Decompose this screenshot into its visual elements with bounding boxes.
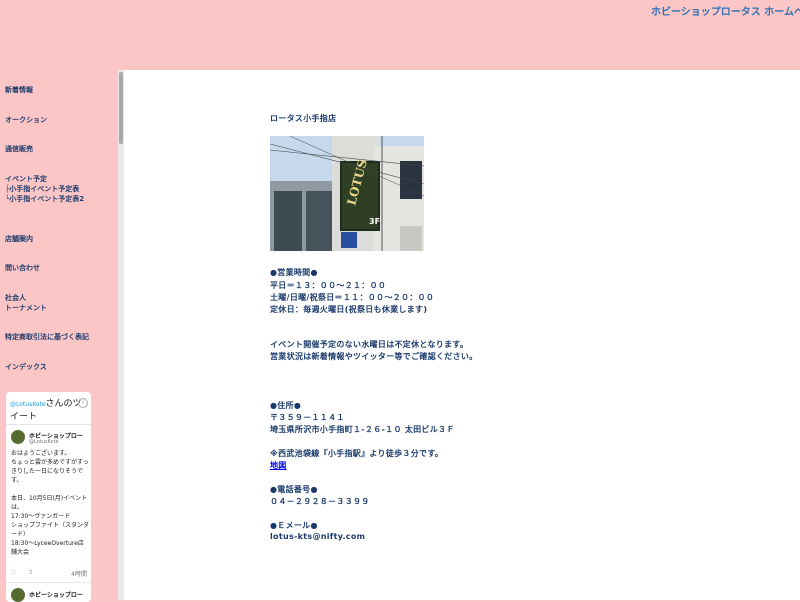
notice-line-2: 営業状況は新着情報やツイッター等でご確認ください。 <box>270 352 478 361</box>
avatar[interactable] <box>11 430 25 444</box>
scrollbar-thumb[interactable] <box>119 72 123 144</box>
divider <box>6 582 91 583</box>
info-icon[interactable]: i <box>78 398 88 408</box>
address-heading: ●住所● <box>270 401 302 410</box>
nav-event-schedule-2[interactable]: └小手指イベント予定表2 <box>5 195 84 204</box>
heart-icon[interactable]: ♡ <box>11 569 16 576</box>
twitter-widget-header[interactable]: @LotusKoteさんのツイート <box>10 398 82 423</box>
closed-day: 定休日：毎週火曜日(祝祭日も休業します) <box>270 305 428 314</box>
nav-adults[interactable]: 社会人 <box>5 294 26 303</box>
notice-line-1: イベント開催予定のない水曜日は不定休となります。 <box>270 340 469 349</box>
hours-weekday: 平日＝１３：００～２１：００ <box>270 281 387 290</box>
tweet-time[interactable]: 4時間 <box>71 569 87 578</box>
nav-store-info[interactable]: 店舗案内 <box>5 235 33 244</box>
hours-weekend: 土曜/日曜/祝祭日＝１１：００～２０：００ <box>270 293 435 302</box>
postal-code: 〒３５９－１１４１ <box>270 413 345 422</box>
twitter-handle-link[interactable]: @LotusKote <box>10 401 46 408</box>
tweet-author-name[interactable]: ホビーショップロー <box>29 590 83 599</box>
main-content: ロータス小手指店 LOTUS 3F ●営業時間● 平日＝１３：００～２１：００ … <box>124 70 800 600</box>
email-heading: ●Ｅメール● <box>270 521 318 530</box>
nav-events[interactable]: イベント予定 <box>5 175 47 184</box>
email-address: lotus-kts@nifty.com <box>270 532 366 541</box>
nav-event-schedule-1[interactable]: ├小手指イベント予定表 <box>5 185 79 194</box>
share-icon[interactable]: ⇪ <box>28 569 33 576</box>
store-name: ロータス小手指店 <box>270 114 337 123</box>
phone-number: ０４－２９２８－３３９９ <box>270 497 370 506</box>
tweet-text: おはようございます。 ちょっと雲が多めですがすっきりした一日になりそうです。 本… <box>11 450 90 556</box>
access-info: ※西武池袋線『小手指駅』より徒歩３分です。 <box>270 449 444 458</box>
hours-heading: ●営業時間● <box>270 268 318 277</box>
nav-auction[interactable]: オークション <box>5 116 47 125</box>
store-floor-text: 3F <box>369 217 380 226</box>
store-photo-illustration: LOTUS 3F <box>270 136 424 251</box>
map-link[interactable]: 地図 <box>270 460 287 471</box>
tweet-actions: ♡ ⇪ 4時間 <box>11 569 89 578</box>
nav-tournament[interactable]: トーナメント <box>5 304 47 313</box>
site-title: ホビーショップロータス ホームページ <box>651 7 800 18</box>
address: 埼玉県所沢市小手指町１-２６-１０ 太田ビル３Ｆ <box>270 425 455 434</box>
tweet-author-handle[interactable]: @LotusKote <box>29 439 59 445</box>
store-photo: LOTUS 3F <box>270 136 424 251</box>
nav-legal-notice[interactable]: 特定商取引法に基づく表記 <box>5 333 89 342</box>
nav-contact[interactable]: 問い合わせ <box>5 264 40 273</box>
phone-heading: ●電話番号● <box>270 485 318 494</box>
nav-news[interactable]: 新着情報 <box>5 86 33 95</box>
divider <box>6 424 91 425</box>
nav-mail-order[interactable]: 通信販売 <box>5 145 33 154</box>
twitter-widget[interactable]: @LotusKoteさんのツイート i ホビーショップロー @LotusKote… <box>6 392 91 602</box>
nav-index[interactable]: インデックス <box>5 363 47 372</box>
